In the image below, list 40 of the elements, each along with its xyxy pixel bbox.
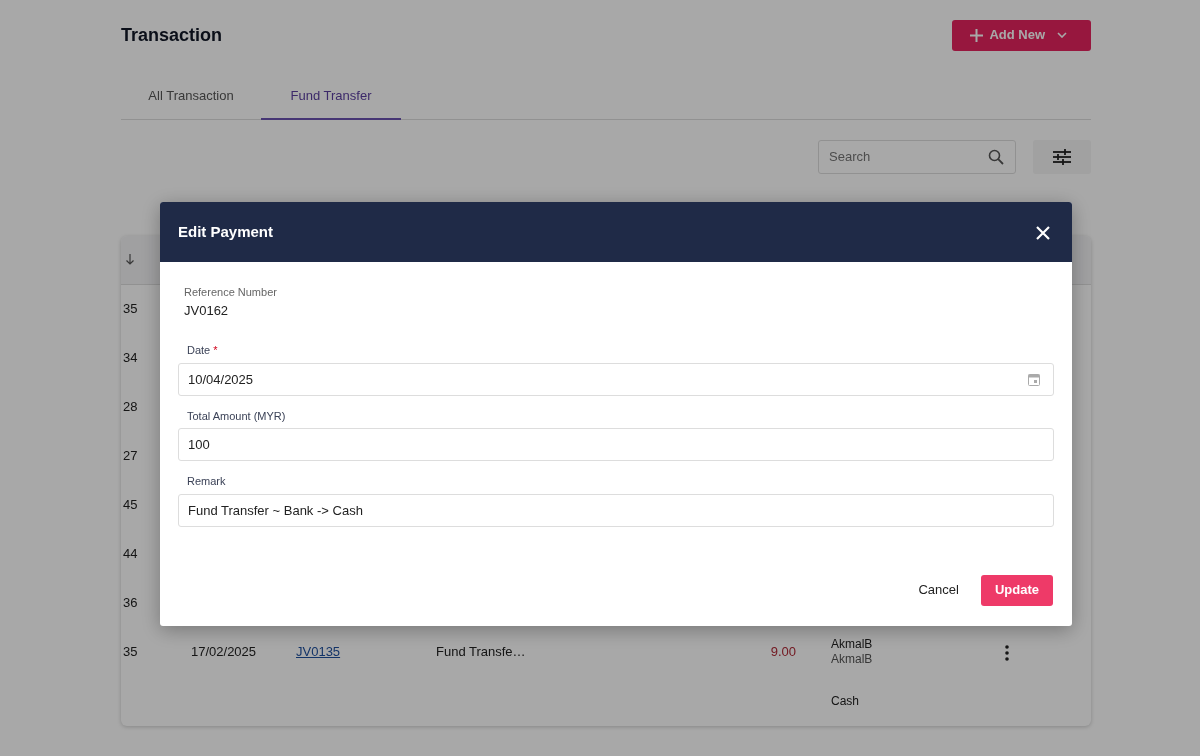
reference-link[interactable]: JV0135 xyxy=(296,644,341,660)
table-cell: 45 xyxy=(123,497,138,513)
date-cell: 17/02/2025 xyxy=(191,644,257,660)
table-cell: 34 xyxy=(123,350,138,366)
user-text: Cash xyxy=(831,693,860,709)
field-label: Remark xyxy=(186,474,227,489)
more-icon xyxy=(1005,644,1009,661)
arrow-down-icon xyxy=(126,254,134,265)
cancel-button[interactable]: Cancel xyxy=(912,579,965,601)
search-icon xyxy=(988,148,1004,165)
search-field[interactable]: Search xyxy=(818,139,1016,174)
update-button[interactable]: Update xyxy=(980,574,1053,606)
sliders-icon xyxy=(1053,148,1071,165)
chevron-down-icon xyxy=(1057,32,1067,38)
tab[interactable]: All Transaction xyxy=(121,86,261,120)
date-field[interactable]: 10/04/2025 xyxy=(178,362,1054,396)
required-mark: * xyxy=(213,344,218,356)
close-icon xyxy=(1036,225,1050,240)
page-title: Transaction xyxy=(121,23,223,47)
amount-cell: 9.00 xyxy=(770,644,796,660)
table-cell: 35 xyxy=(123,644,138,660)
user-text: AkmalB xyxy=(831,652,874,667)
user-text: AkmalB xyxy=(831,637,874,652)
description-cell: Fund Transfe… xyxy=(436,644,526,660)
table-cell: 35 xyxy=(123,301,138,317)
field-value: JV0162 xyxy=(183,301,230,320)
add-new-button[interactable]: Add New xyxy=(952,19,1091,51)
dialog-title: Edit Payment xyxy=(178,221,274,242)
filter-button[interactable] xyxy=(1033,139,1091,174)
tab[interactable]: Fund Transfer xyxy=(261,86,401,120)
field-label: Total Amount (MYR) xyxy=(186,408,287,424)
table-cell: 28 xyxy=(123,399,138,415)
input-field[interactable]: Fund Transfer ~ Bank -> Cash xyxy=(178,493,1054,527)
table-cell: 36 xyxy=(123,595,138,611)
plus-icon xyxy=(970,28,984,42)
table-cell: 44 xyxy=(123,546,138,562)
input-field[interactable]: 100 xyxy=(178,428,1054,461)
table-cell: 27 xyxy=(123,448,138,464)
field-label: Reference Number xyxy=(183,285,278,300)
field-label: Date * xyxy=(186,343,219,358)
